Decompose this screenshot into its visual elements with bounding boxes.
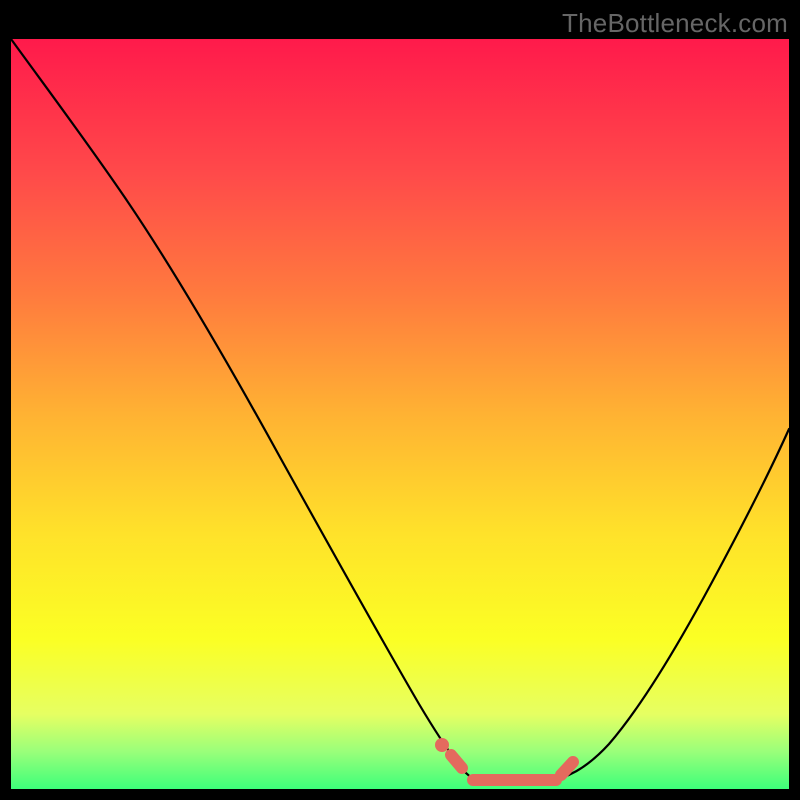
watermark-text: TheBottleneck.com bbox=[562, 8, 788, 39]
optimal-marker-left-dash bbox=[451, 755, 462, 768]
chart-frame bbox=[11, 39, 789, 789]
bottleneck-curve-right bbox=[546, 429, 789, 781]
optimal-marker-left-dot bbox=[435, 738, 449, 752]
bottleneck-curve-left bbox=[11, 39, 481, 782]
chart-svg bbox=[11, 39, 789, 789]
